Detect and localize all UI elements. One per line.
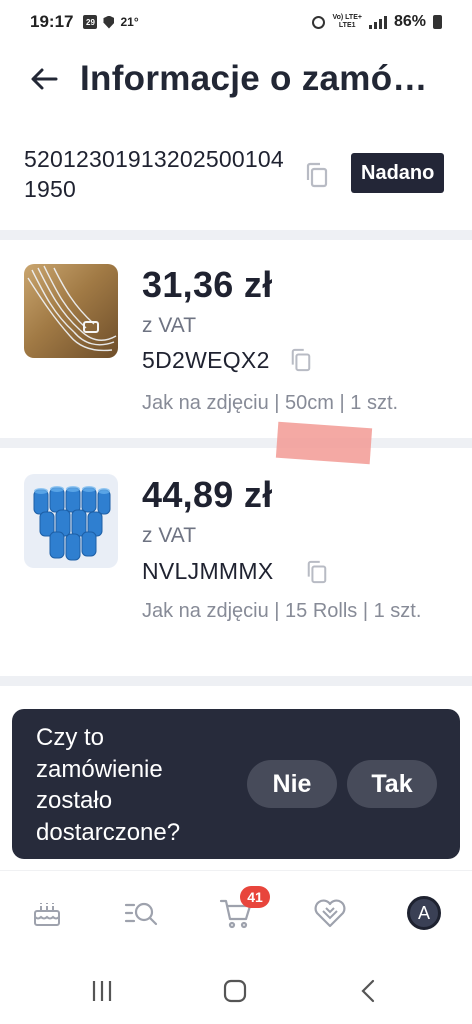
- arrow-left-icon: [31, 68, 58, 90]
- battery-icon: [433, 15, 442, 29]
- divider: [0, 230, 472, 240]
- item-price: 44,89 zł: [142, 474, 273, 515]
- back-button[interactable]: [24, 59, 64, 99]
- page-title: Informacje o zamó…: [80, 59, 428, 98]
- yes-button[interactable]: Tak: [347, 760, 437, 808]
- item-vat-label: z VAT: [142, 314, 197, 337]
- divider: [0, 676, 472, 686]
- heart-icon: [314, 899, 346, 928]
- item-price: 31,36 zł: [142, 264, 273, 305]
- order-number: 520123019132025001041950: [24, 146, 284, 202]
- recent-apps-button[interactable]: [82, 974, 122, 1008]
- temperature: 21°: [120, 15, 139, 29]
- app-header: Informacje o zamó…: [0, 44, 472, 114]
- copy-order-number-button[interactable]: [305, 162, 329, 193]
- delivery-question: Czy to zamówienie zostało dostarczone?: [36, 724, 181, 846]
- battery-percent: 86%: [393, 13, 426, 30]
- status-time: 19:17: [30, 12, 74, 31]
- calendar-icon: 29: [83, 15, 98, 29]
- item-vat-label: z VAT: [142, 524, 197, 547]
- home-button[interactable]: [215, 974, 255, 1008]
- item-sku: NVLJMMMX: [142, 558, 274, 584]
- divider: [0, 438, 472, 448]
- item-sku: 5D2WEQX2: [142, 347, 270, 373]
- no-button[interactable]: Nie: [247, 760, 337, 808]
- item-variant: Jak na zdjęciu | 50cm | 1 szt.: [142, 392, 399, 414]
- product-image-necklace[interactable]: [24, 264, 118, 358]
- cart-count-badge: 41: [240, 886, 270, 908]
- tab-home[interactable]: [27, 893, 67, 933]
- avatar: A: [407, 896, 441, 930]
- status-bar: 19:17 29 21° Vo) LTE+ LTE1 86%: [0, 0, 472, 44]
- copy-icon: [307, 560, 327, 584]
- chevron-left-icon: [361, 979, 375, 1003]
- order-item[interactable]: 44,89 zł z VAT NVLJMMMX Jak na zdjęciu |…: [0, 448, 472, 676]
- recent-apps-icon: [92, 981, 112, 1001]
- product-image-bags[interactable]: [24, 474, 118, 568]
- item-variant: Jak na zdjęciu | 15 Rolls | 1 szt.: [142, 600, 422, 622]
- copy-sku-button[interactable]: [290, 348, 312, 377]
- back-nav-button[interactable]: [348, 974, 388, 1008]
- search-list-icon: [124, 902, 158, 926]
- home-icon: [223, 979, 247, 1003]
- shield-icon: [103, 15, 115, 29]
- system-navigation-bar: [0, 960, 472, 1024]
- tab-account[interactable]: A: [404, 893, 444, 933]
- status-badge: Nadano: [351, 153, 445, 193]
- home-cake-icon: [34, 903, 60, 926]
- signal-icon: [368, 15, 387, 29]
- tab-wishlist[interactable]: [310, 893, 350, 933]
- delivery-confirmation-card: Czy to zamówienie zostało dostarczone? N…: [12, 709, 460, 859]
- highlight-mark: [275, 421, 373, 465]
- bottom-tab-bar: 41 A: [0, 870, 472, 954]
- copy-icon: [306, 162, 328, 188]
- copy-icon: [291, 348, 311, 372]
- copy-sku-button[interactable]: [306, 560, 328, 589]
- tab-search[interactable]: [121, 893, 161, 933]
- order-item[interactable]: 31,36 zł z VAT 5D2WEQX2 Jak na zdjęciu |…: [0, 240, 472, 438]
- network-indicator: Vo) LTE+ LTE1: [332, 14, 362, 29]
- alarm-icon: [312, 15, 326, 29]
- order-info-row: 520123019132025001041950 Nadano: [0, 130, 472, 228]
